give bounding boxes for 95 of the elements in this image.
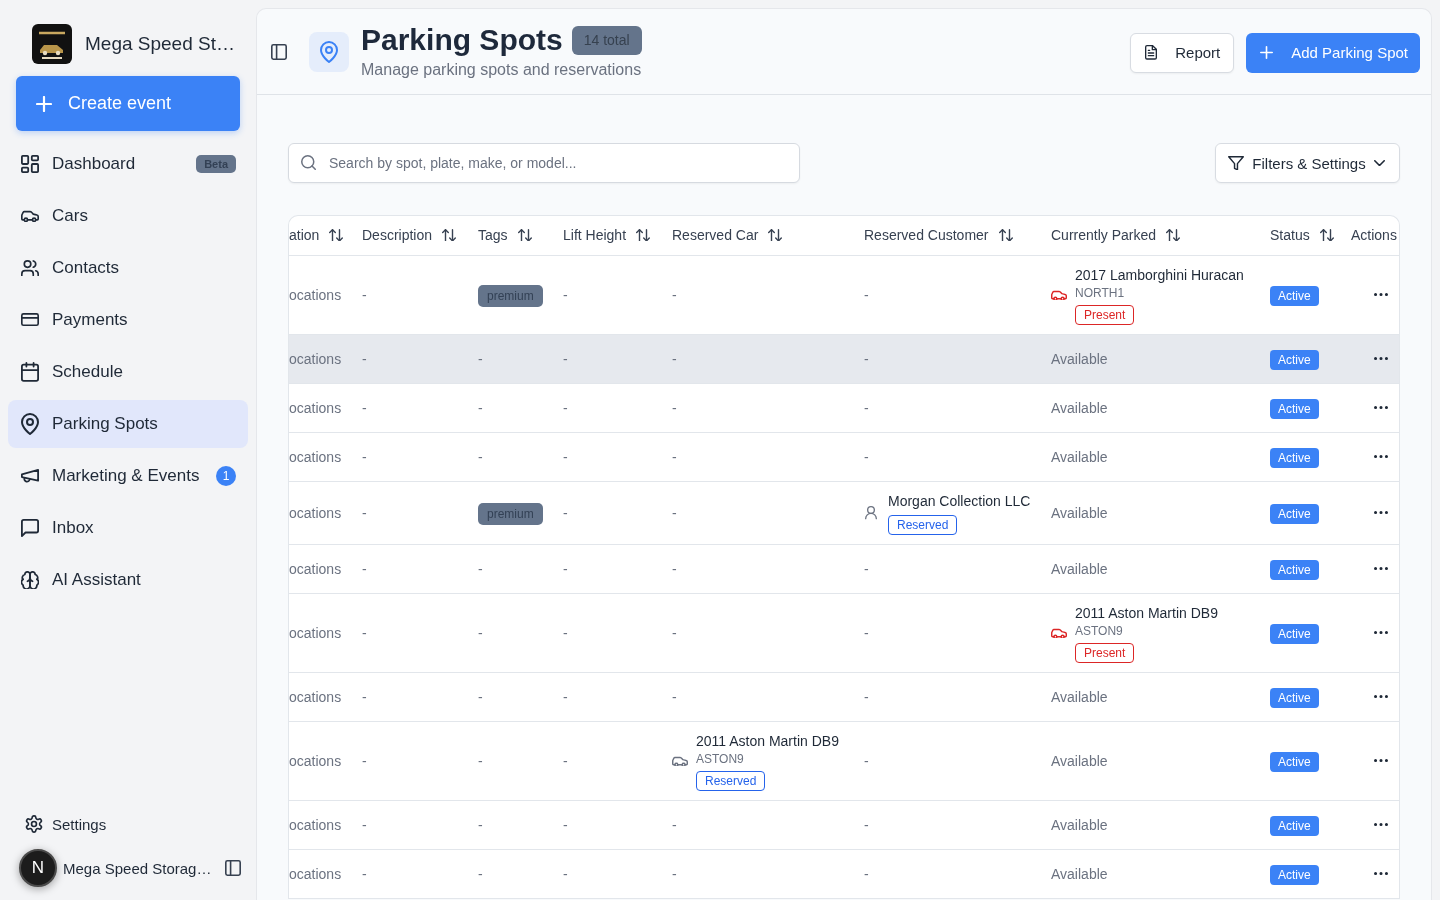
settings-link[interactable]: Settings [8, 800, 248, 848]
nav-item[interactable]: Inbox [8, 504, 248, 552]
page-subtitle: Manage parking spots and reservations [361, 60, 642, 80]
reserved-badge: Reserved [696, 771, 766, 791]
avatar-button[interactable]: N [19, 849, 57, 887]
table-cell: - [362, 850, 478, 899]
car-icon [1051, 627, 1067, 639]
page-title: Parking Spots [361, 22, 563, 58]
sort-icon [998, 228, 1013, 242]
filters-button[interactable]: Filters & Settings [1215, 143, 1400, 183]
create-event-button[interactable]: Create event [16, 76, 240, 131]
status-badge: Active [1270, 752, 1319, 773]
status-badge: Active [1270, 865, 1319, 886]
filter-icon [1228, 155, 1244, 171]
car-icon [1051, 289, 1067, 301]
brain-icon [21, 570, 39, 590]
add-button[interactable]: Add Parking Spot [1246, 32, 1420, 73]
table-cell: - [672, 850, 864, 899]
status-badge: Active [1270, 448, 1319, 469]
sort-icon [768, 228, 783, 242]
car-name: 2011 Aston Martin DB9 [1075, 604, 1218, 623]
status-badge: Active [1270, 688, 1319, 709]
user-icon [865, 506, 877, 520]
brand-name: Mega Speed St… [85, 33, 235, 55]
table-cell: ocations [289, 850, 362, 899]
sort-icon [517, 228, 532, 242]
more-icon [1374, 695, 1388, 699]
map-pin-icon [309, 31, 349, 72]
more-icon [1374, 567, 1388, 571]
panel-icon [225, 860, 241, 876]
status-badge: Active [1270, 399, 1319, 420]
sort-icon [636, 228, 651, 242]
car-icon [672, 755, 688, 767]
panel-icon [271, 43, 287, 60]
sidebar-toggle-button[interactable] [223, 858, 243, 878]
more-icon [1374, 631, 1388, 635]
more-icon [1374, 511, 1388, 515]
nav-item[interactable]: Cars [8, 192, 248, 240]
document-icon [1145, 45, 1158, 60]
table-cell: - [563, 850, 672, 899]
present-badge: Present [1075, 643, 1135, 663]
search-icon [301, 155, 316, 170]
sidebar-toggle-button[interactable] [271, 41, 287, 62]
sort-icon [442, 228, 457, 242]
report-button[interactable]: Report [1130, 32, 1235, 73]
plus-icon [36, 95, 52, 112]
sort-icon [329, 228, 344, 242]
nav-item[interactable]: Contacts [8, 244, 248, 292]
more-icon [1374, 293, 1388, 297]
status-badge: Active [1270, 350, 1319, 371]
present-badge: Present [1075, 305, 1135, 325]
chevron-down-icon [1374, 159, 1385, 167]
table-cell: Available [1051, 850, 1270, 899]
nav-item[interactable]: Payments [8, 296, 248, 344]
customer-name: Morgan Collection LLC [888, 492, 1031, 511]
more-icon [1374, 872, 1388, 876]
table-cell: - [478, 850, 563, 899]
calendar-icon [21, 362, 39, 382]
status-badge: Active [1270, 560, 1319, 581]
account-name: Mega Speed Storag… [63, 859, 212, 877]
plate-number: NORTH1 [1075, 285, 1125, 301]
nav-item[interactable]: AI Assistant [8, 556, 248, 604]
car-icon [21, 209, 39, 223]
table-cell: - [864, 850, 1051, 899]
search-field[interactable]: Search by spot, plate, make, or model... [288, 143, 800, 183]
plate-number: ASTON9 [696, 751, 744, 767]
sort-icon [1166, 228, 1181, 242]
logo-icon [32, 24, 72, 64]
count-badge: 14 total [571, 25, 642, 55]
more-icon [1374, 357, 1388, 361]
chat-bubble-icon [21, 519, 39, 537]
more-icon [1374, 455, 1388, 459]
sort-icon [1319, 228, 1334, 242]
map-pin-icon [21, 413, 39, 435]
reserved-badge: Reserved [888, 515, 958, 535]
grid-icon [21, 155, 39, 173]
car-name: 2011 Aston Martin DB9 [696, 732, 839, 751]
more-icon [1374, 759, 1388, 763]
more-icon [1374, 406, 1388, 410]
nav-item[interactable]: Marketing & Events 1 [8, 452, 248, 500]
car-name: 2017 Lamborghini Huracan [1075, 266, 1244, 285]
count-badge: 1 [216, 466, 236, 486]
plate-number: ASTON9 [1075, 623, 1123, 639]
credit-card-icon [21, 313, 39, 327]
plus-icon [1260, 46, 1274, 59]
status-badge: Active [1270, 624, 1319, 645]
more-icon [1374, 823, 1388, 827]
nav-item[interactable]: Parking Spots [8, 400, 248, 448]
status-badge: Active [1270, 286, 1319, 307]
status-badge: Active [1270, 504, 1319, 525]
nav-item[interactable]: Schedule [8, 348, 248, 396]
megaphone-icon [21, 469, 39, 483]
settings-icon [25, 815, 43, 833]
users-icon [21, 259, 39, 277]
status-badge: Active [1270, 816, 1319, 837]
